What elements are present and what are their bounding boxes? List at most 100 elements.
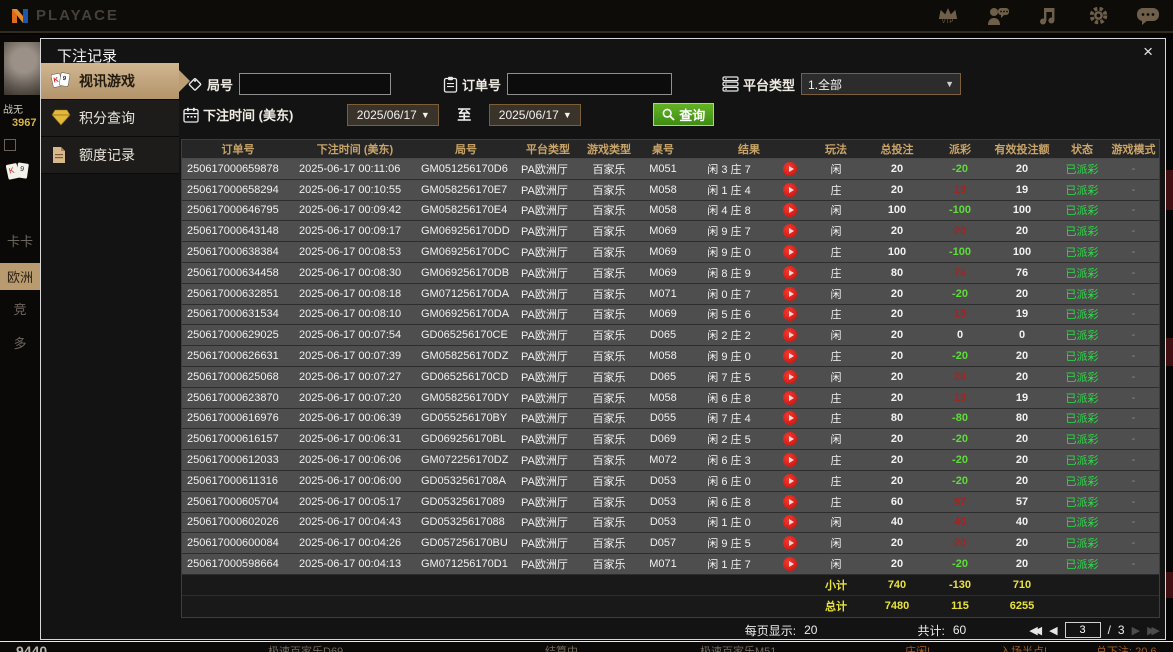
cell-table: M058	[649, 391, 677, 404]
replay-icon[interactable]	[770, 450, 810, 470]
replay-icon[interactable]	[770, 492, 810, 512]
replay-icon[interactable]	[770, 409, 810, 429]
cell-order: 250617000600084	[187, 537, 279, 550]
customer-service-icon[interactable]	[985, 4, 1011, 28]
cell-mode: -	[1131, 370, 1136, 383]
replay-icon[interactable]	[770, 221, 810, 241]
bg-nav-item[interactable]: 多	[0, 333, 40, 352]
search-button[interactable]: 查询	[653, 103, 715, 126]
cell-valid: 100	[1012, 246, 1032, 259]
cell-round: GM058256170E7	[421, 183, 508, 196]
bg-nav-item[interactable]: 卡卡	[0, 231, 40, 250]
cell-time: 2025-06-17 00:08:30	[299, 266, 402, 279]
chat-icon[interactable]	[1135, 4, 1161, 28]
music-icon[interactable]	[1035, 4, 1061, 28]
platform-type-label: 平台类型	[743, 77, 796, 93]
bet-records-modal: 下注记录 × K 9 视讯游戏 积分查询 额度记录 局号 订单号 平台类型 1.…	[40, 38, 1166, 640]
replay-icon[interactable]	[770, 513, 810, 533]
cell-round: GM058256170DY	[421, 391, 510, 404]
cell-payout: -20	[952, 454, 968, 467]
cell-result: 闲 0 庄 7	[707, 288, 751, 301]
cell-platform: PA欧洲厅	[521, 475, 568, 488]
platform-type-select[interactable]: 1.全部 ▼	[801, 73, 962, 95]
cell-round: GM069256170DC	[421, 246, 510, 259]
replay-icon[interactable]	[770, 201, 810, 221]
bg-nav-item-active[interactable]: 欧洲	[0, 263, 40, 290]
date-to-select[interactable]: 2025/06/17 ▼	[489, 103, 582, 126]
replay-icon[interactable]	[770, 388, 810, 408]
cell-order: 250617000623870	[187, 391, 279, 404]
tab-video-games[interactable]: K 9 视讯游戏	[41, 63, 190, 100]
cell-round: GM069256170DB	[421, 266, 510, 279]
cell-result: 闲 6 庄 8	[707, 496, 751, 509]
cell-table: D065	[649, 370, 677, 383]
cell-game: 百家乐	[592, 247, 626, 260]
sum-stake: 7480	[884, 600, 910, 613]
replay-icon[interactable]	[770, 554, 810, 574]
total-pages: 3	[1117, 623, 1125, 637]
page-number-input[interactable]: 3	[1064, 622, 1101, 638]
cell-order: 250617000658294	[187, 183, 279, 196]
settings-icon[interactable]	[1085, 4, 1111, 28]
cell-stake: 20	[890, 287, 904, 300]
cell-bet: 闲	[830, 288, 842, 301]
replay-icon[interactable]	[770, 429, 810, 449]
cell-result: 闲 7 庄 4	[707, 413, 751, 426]
cell-table: D069	[649, 433, 677, 446]
replay-icon[interactable]	[770, 159, 810, 179]
replay-icon[interactable]	[770, 346, 810, 366]
edit-icon[interactable]	[4, 139, 16, 151]
cell-status: 已派彩	[1065, 538, 1099, 551]
cell-mode: -	[1131, 474, 1136, 487]
cell-stake: 20	[890, 454, 904, 467]
prev-page-button[interactable]: ◀	[1049, 624, 1057, 637]
cell-table: M058	[649, 350, 677, 363]
cell-round: GD055256170BY	[421, 412, 508, 425]
replay-icon[interactable]	[770, 367, 810, 387]
replay-icon[interactable]	[770, 471, 810, 491]
date-to-value: 2025/06/17	[498, 107, 559, 122]
cell-bet: 闲	[830, 517, 842, 530]
cell-result: 闲 1 庄 4	[707, 184, 751, 197]
cell-time: 2025-06-17 00:06:39	[299, 412, 402, 425]
replay-icon[interactable]	[770, 242, 810, 262]
close-icon[interactable]: ×	[1143, 43, 1153, 61]
cell-platform: PA欧洲厅	[521, 330, 568, 343]
replay-icon[interactable]	[770, 180, 810, 200]
cell-valid: 20	[1015, 433, 1029, 446]
cell-table: D065	[649, 329, 677, 342]
last-page-button[interactable]: ▶▶	[1147, 624, 1160, 637]
tab-credit-records[interactable]: 额度记录	[41, 137, 179, 174]
cell-time: 2025-06-17 00:10:55	[299, 183, 402, 196]
cell-valid: 20	[1015, 537, 1029, 550]
cell-mode: -	[1131, 454, 1136, 467]
round-number-input[interactable]	[239, 73, 392, 95]
cell-game: 百家乐	[592, 538, 626, 551]
cell-payout: 0	[956, 329, 964, 342]
tab-points-inquiry[interactable]: 积分查询	[41, 100, 179, 137]
order-number-input[interactable]	[507, 73, 673, 95]
cell-payout: -20	[952, 558, 968, 571]
playace-logo-icon	[12, 8, 28, 23]
replay-icon[interactable]	[770, 284, 810, 304]
cell-time: 2025-06-17 00:05:17	[299, 495, 402, 508]
cell-stake: 100	[887, 204, 907, 217]
cell-status: 已派彩	[1065, 205, 1099, 218]
cell-result: 闲 1 庄 7	[707, 559, 751, 572]
cell-bet: 闲	[830, 538, 842, 551]
first-page-button[interactable]: ◀◀	[1029, 624, 1042, 637]
date-from-select[interactable]: 2025/06/17 ▼	[347, 103, 440, 126]
cell-time: 2025-06-17 00:04:43	[299, 516, 402, 529]
bg-nav-item[interactable]: 竞	[0, 299, 40, 318]
replay-icon[interactable]	[770, 305, 810, 325]
table-row: 250617000629025 2025-06-17 00:07:54 GD0652…	[182, 325, 1159, 347]
replay-icon[interactable]	[770, 325, 810, 345]
replay-icon[interactable]	[770, 533, 810, 553]
avatar[interactable]	[4, 42, 40, 95]
total-row: 总计 7480 115 6255	[182, 595, 1159, 617]
next-page-button[interactable]: ▶	[1132, 624, 1140, 637]
vip-icon[interactable]: VIP	[935, 4, 961, 28]
cell-order: 250617000616976	[187, 412, 279, 425]
replay-icon[interactable]	[770, 263, 810, 283]
cell-round: GD057256170BU	[421, 537, 508, 550]
